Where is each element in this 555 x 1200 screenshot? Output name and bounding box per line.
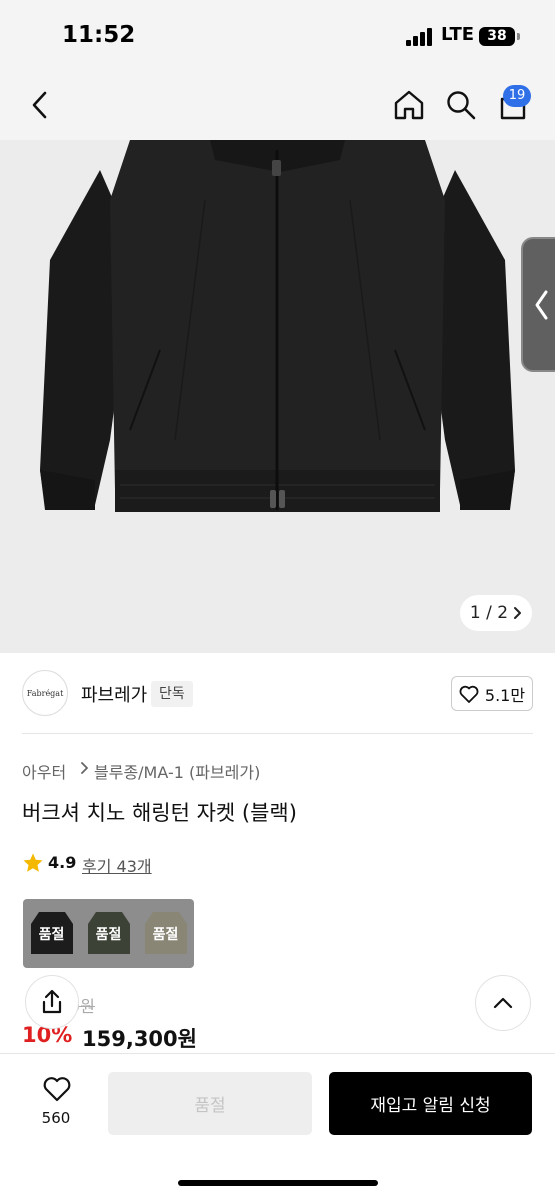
status-bar: 11:52 LTE 38: [0, 0, 555, 70]
wishlist-button[interactable]: [42, 1076, 72, 1106]
page-counter-text: 1 / 2: [469, 603, 509, 623]
brand-name[interactable]: 파브레가: [81, 681, 147, 707]
brand-like-count: 5.1만: [484, 685, 526, 705]
product-title: 버크셔 치노 해링턴 자켓 (블랙): [22, 801, 297, 825]
chevron-left-icon: [535, 290, 548, 319]
back-button[interactable]: [19, 84, 61, 126]
review-count-link[interactable]: 후기 43개: [82, 853, 152, 877]
chevron-right-icon: [81, 762, 88, 774]
top-nav: [0, 70, 555, 140]
soldout-button: 품절: [108, 1072, 312, 1135]
status-time: 11:52: [62, 22, 136, 48]
image-page-counter[interactable]: 1 / 2: [460, 595, 532, 631]
heart-icon: [43, 1077, 71, 1102]
soldout-button-label: 품절: [194, 1096, 226, 1116]
network-label: LTE: [441, 24, 475, 45]
jacket-image: [0, 140, 555, 653]
share-button[interactable]: [25, 975, 79, 1029]
side-panel-tab[interactable]: [521, 237, 555, 372]
chevron-left-icon: [32, 91, 47, 119]
battery-level: 38: [487, 28, 507, 44]
color-options: 품절 품절 품절: [23, 899, 194, 968]
sale-price: 159,300원: [82, 1027, 197, 1051]
share-icon: [42, 989, 62, 1014]
home-icon: [394, 90, 424, 120]
battery-cap: [517, 33, 520, 40]
breadcrumb-parent[interactable]: 아우터: [22, 759, 66, 783]
brand-logo[interactable]: Fabrégat: [22, 670, 68, 716]
signal-icon: [406, 28, 434, 46]
option-black[interactable]: 품절: [23, 899, 80, 968]
home-button[interactable]: [388, 84, 430, 126]
option-olive[interactable]: 품절: [80, 899, 137, 968]
heart-icon: [459, 685, 479, 703]
search-icon: [447, 91, 476, 120]
restock-button-label: 재입고 알림 신청: [370, 1096, 491, 1116]
divider: [22, 733, 533, 734]
chevron-up-icon: [493, 997, 513, 1009]
option-soldout-label: 품절: [152, 926, 179, 943]
breadcrumb-child[interactable]: 블루종/MA-1 (파브레가): [94, 759, 260, 783]
battery-icon: 38: [479, 27, 515, 46]
chevron-right-icon: [514, 607, 522, 619]
option-soldout-label: 품절: [95, 926, 122, 943]
brand-like-button[interactable]: 5.1만: [451, 676, 533, 711]
brand-logo-text: Fabrégat: [26, 688, 64, 698]
option-soldout-label: 품절: [38, 926, 65, 943]
product-image-gallery[interactable]: [0, 140, 555, 653]
search-button[interactable]: [440, 84, 482, 126]
home-indicator: [178, 1180, 378, 1186]
star-icon: [23, 853, 43, 872]
scroll-top-button[interactable]: [475, 975, 531, 1031]
option-beige[interactable]: 품절: [137, 899, 194, 968]
cart-count-badge: 19: [503, 85, 531, 107]
wishlist-count: 560: [41, 1109, 71, 1127]
rating-value: 4.9: [48, 853, 77, 872]
restock-alert-button[interactable]: 재입고 알림 신청: [329, 1072, 532, 1135]
exclusive-badge: 단독: [151, 681, 193, 707]
